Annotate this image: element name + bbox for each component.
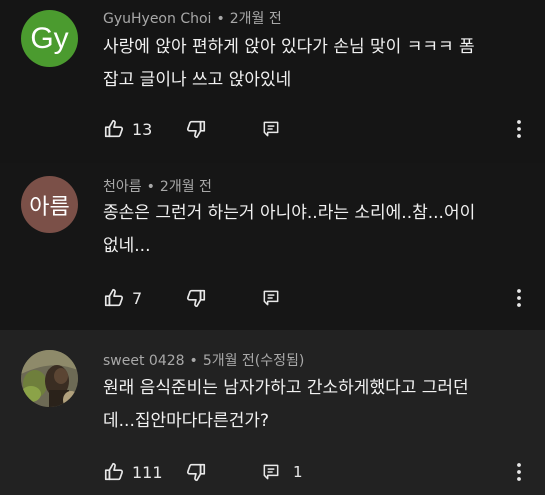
thumbs-up-icon bbox=[103, 118, 125, 140]
avatar-photo bbox=[21, 350, 78, 407]
comment-actions: 111 1 bbox=[103, 460, 533, 484]
like-count: 7 bbox=[132, 288, 143, 308]
avatar[interactable] bbox=[21, 350, 78, 407]
more-vertical-icon bbox=[515, 462, 523, 482]
author-name[interactable]: 천아름 bbox=[103, 179, 142, 195]
comment-1: Gy GyuHyeon Choi • 2개월 전 사랑에 앉아 편하게 앉아 있다가… bbox=[0, 0, 545, 163]
reply-button[interactable] bbox=[261, 286, 293, 310]
like-count: 13 bbox=[132, 119, 153, 139]
comment-text: 사랑에 앉아 편하게 앉아 있다가 손님 맞이 ㅋㅋㅋ 폼 잡고 글이나 쓰고 … bbox=[103, 31, 518, 97]
reply-button[interactable] bbox=[261, 117, 293, 141]
dislike-button[interactable] bbox=[185, 117, 207, 141]
comment-meta: 천아름 • 2개월 전 bbox=[103, 179, 212, 195]
reply-button[interactable]: 1 bbox=[261, 460, 303, 484]
reply-icon bbox=[261, 288, 281, 308]
like-button[interactable]: 111 bbox=[103, 460, 163, 484]
thumbs-up-icon bbox=[103, 287, 125, 309]
reply-count: 1 bbox=[293, 463, 303, 481]
thumbs-down-icon bbox=[185, 287, 207, 309]
more-options-button[interactable] bbox=[515, 117, 523, 141]
comment-actions: 7 bbox=[103, 286, 533, 310]
dislike-button[interactable] bbox=[185, 286, 207, 310]
avatar[interactable]: Gy bbox=[21, 10, 78, 67]
comment-text-line: 원래 음식준비는 남자가하고 간소하게했다고 그러던 bbox=[103, 378, 469, 398]
more-vertical-icon bbox=[515, 288, 523, 308]
reply-icon bbox=[261, 119, 281, 139]
comment-text: 원래 음식준비는 남자가하고 간소하게했다고 그러던 데...집안마다다른건가? bbox=[103, 372, 518, 438]
avatar[interactable]: 아름 bbox=[21, 176, 78, 233]
comment-time[interactable]: 5개월 전(수정됨) bbox=[203, 353, 305, 369]
comment-text: 종손은 그런거 하는거 아니야..라는 소리에..참...어이 없네... bbox=[103, 197, 518, 263]
thumbs-down-icon bbox=[185, 118, 207, 140]
author-name[interactable]: GyuHyeon Choi bbox=[103, 11, 211, 27]
like-button[interactable]: 13 bbox=[103, 117, 152, 141]
comment-meta: GyuHyeon Choi • 2개월 전 bbox=[103, 11, 282, 27]
thumbs-down-icon bbox=[185, 461, 207, 483]
comment-time[interactable]: 2개월 전 bbox=[160, 179, 212, 195]
thumbs-up-icon bbox=[103, 461, 125, 483]
author-name[interactable]: sweet 0428 bbox=[103, 353, 185, 369]
more-vertical-icon bbox=[515, 119, 523, 139]
like-button[interactable]: 7 bbox=[103, 286, 142, 310]
comment-2: 아름 천아름 • 2개월 전 종손은 그런거 하는거 아니야..라는 소리에..참.… bbox=[0, 163, 545, 330]
comment-text-line: 사랑에 앉아 편하게 앉아 있다가 손님 맞이 ㅋㅋㅋ 폼 bbox=[103, 37, 475, 57]
like-count: 111 bbox=[132, 462, 163, 482]
comment-text-line: 잡고 글이나 쓰고 앉아있네 bbox=[103, 70, 292, 90]
comment-text-line: 데...집안마다다른건가? bbox=[103, 411, 269, 431]
reply-icon bbox=[261, 462, 281, 482]
comment-meta: sweet 0428 • 5개월 전(수정됨) bbox=[103, 353, 305, 369]
comment-time[interactable]: 2개월 전 bbox=[230, 11, 282, 27]
more-options-button[interactable] bbox=[515, 460, 523, 484]
comment-3: sweet 0428 • 5개월 전(수정됨) 원래 음식준비는 남자가하고 간소하… bbox=[0, 330, 545, 495]
comment-text-line: 종손은 그런거 하는거 아니야..라는 소리에..참...어이 bbox=[103, 203, 476, 223]
comment-actions: 13 bbox=[103, 117, 533, 141]
comment-text-line: 없네... bbox=[103, 236, 151, 256]
dislike-button[interactable] bbox=[185, 460, 207, 484]
more-options-button[interactable] bbox=[515, 286, 523, 310]
